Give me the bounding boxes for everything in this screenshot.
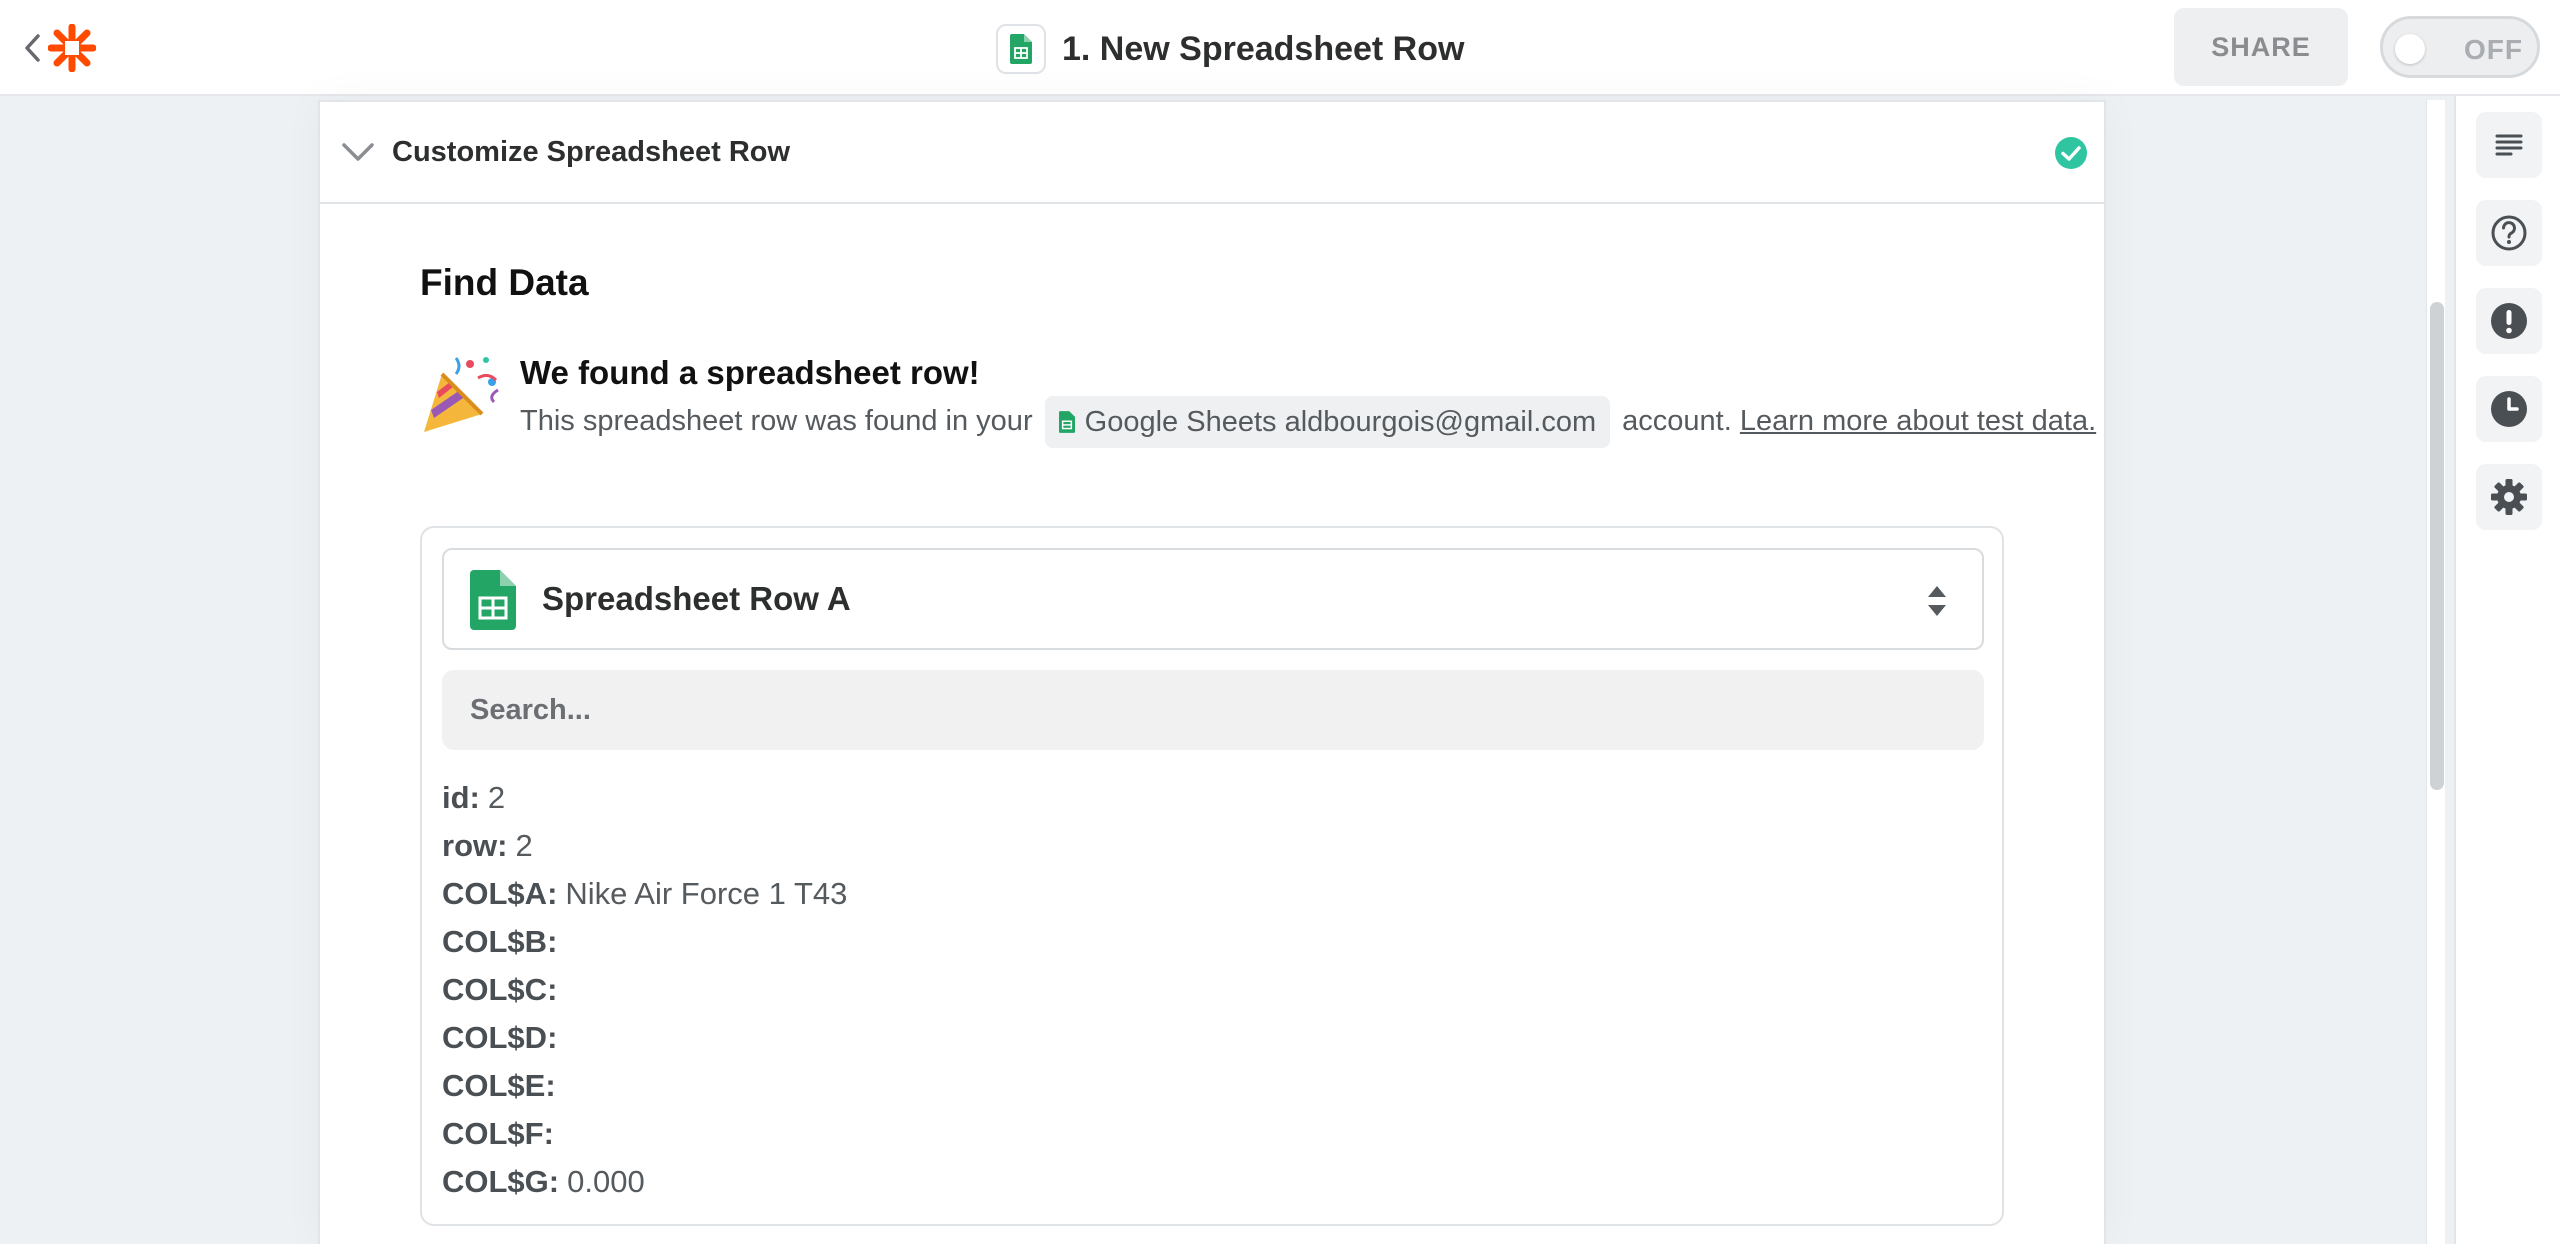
scrollbar-thumb[interactable] <box>2430 302 2444 790</box>
help-icon <box>2491 215 2527 251</box>
toggle-label: OFF <box>2464 34 2523 65</box>
field-row-col-e: COL$E: <box>442 1062 847 1110</box>
google-sheets-icon <box>1058 411 1075 434</box>
field-key: row: <box>442 828 508 863</box>
check-circle-icon <box>2055 137 2087 169</box>
test-data-box: Spreadsheet Row A id:2 row:2 COL$A:Nike … <box>420 526 2004 1226</box>
field-key: COL$D: <box>442 1020 558 1055</box>
alerts-button[interactable] <box>2476 288 2542 354</box>
search-input[interactable] <box>442 670 1984 750</box>
account-chip: Google Sheets aldbourgois@gmail.com <box>1044 396 1611 449</box>
found-heading: We found a spreadsheet row! <box>520 354 980 391</box>
alert-icon <box>2491 303 2527 339</box>
settings-button[interactable] <box>2476 464 2542 530</box>
history-button[interactable] <box>2476 376 2542 442</box>
found-description: This spreadsheet row was found in your G… <box>520 396 2100 449</box>
field-value: 2 <box>515 828 533 863</box>
field-key: COL$A: <box>442 876 558 911</box>
field-row-col-a: COL$A: Nike Air Force 1 T43 <box>442 870 847 918</box>
history-icon <box>2491 391 2527 427</box>
top-bar: 1. New Spreadsheet Row SHARE OFF <box>0 0 2560 96</box>
found-desc-suffix: account. <box>1622 405 1732 437</box>
zapier-asterisk-icon[interactable] <box>47 23 97 73</box>
field-list: id: 2 row: 2 COL$A: Nike Air Force 1 T43 CO… <box>442 774 847 1206</box>
field-key: COL$C: <box>442 972 558 1007</box>
zap-on-off-toggle[interactable]: OFF <box>2380 16 2540 78</box>
learn-more-link[interactable]: Learn more about test data. <box>1740 405 2096 437</box>
account-label: Google Sheets aldbourgois@gmail.com <box>1084 406 1597 439</box>
field-row-col-b: COL$B: <box>442 918 847 966</box>
details-icon <box>2495 134 2523 156</box>
find-data-heading: Find Data <box>420 262 589 303</box>
field-row-id: id: 2 <box>442 774 847 822</box>
select-arrows-icon <box>1928 586 1946 616</box>
field-row-col-c: COL$C: <box>442 966 847 1014</box>
right-sidebar <box>2454 96 2560 1244</box>
field-value: 0.000 <box>567 1164 645 1199</box>
settings-icon <box>2491 479 2527 515</box>
help-button[interactable] <box>2476 200 2542 266</box>
found-desc-prefix: This spreadsheet row was found in your <box>520 405 1033 437</box>
section-title: Customize Spreadsheet Row <box>392 136 791 168</box>
customize-section-header[interactable]: Customize Spreadsheet Row <box>320 102 2104 204</box>
chevron-left-icon <box>25 34 40 62</box>
field-key: COL$F: <box>442 1116 554 1151</box>
share-button[interactable]: SHARE <box>2174 8 2348 86</box>
toggle-knob <box>2395 34 2425 64</box>
field-key: COL$G: <box>442 1164 560 1199</box>
field-key: COL$B: <box>442 924 558 959</box>
selected-record-label: Spreadsheet Row A <box>542 580 851 617</box>
page-title[interactable]: 1. New Spreadsheet Row <box>1062 30 1464 69</box>
chevron-down-icon <box>342 143 374 161</box>
field-value: 2 <box>487 780 506 815</box>
google-sheets-icon <box>470 570 516 630</box>
step-editor-panel: Customize Spreadsheet Row Find Data We f… <box>318 100 2106 1244</box>
party-popper-icon <box>424 357 499 432</box>
field-key: COL$E: <box>442 1068 556 1103</box>
field-row-col-f: COL$F: <box>442 1110 847 1158</box>
back-button[interactable] <box>18 28 46 68</box>
details-button[interactable] <box>2476 112 2542 178</box>
field-value: Nike Air Force 1 T43 <box>565 876 848 911</box>
zap-title: 1. New Spreadsheet Row <box>996 24 1464 74</box>
field-row-row: row: 2 <box>442 822 847 870</box>
google-sheets-icon <box>996 24 1046 74</box>
record-select[interactable]: Spreadsheet Row A <box>442 548 1984 650</box>
field-row-col-g: COL$G: 0.000 <box>442 1158 847 1206</box>
field-row-col-d: COL$D: <box>442 1014 847 1062</box>
field-key: id: <box>442 780 480 815</box>
